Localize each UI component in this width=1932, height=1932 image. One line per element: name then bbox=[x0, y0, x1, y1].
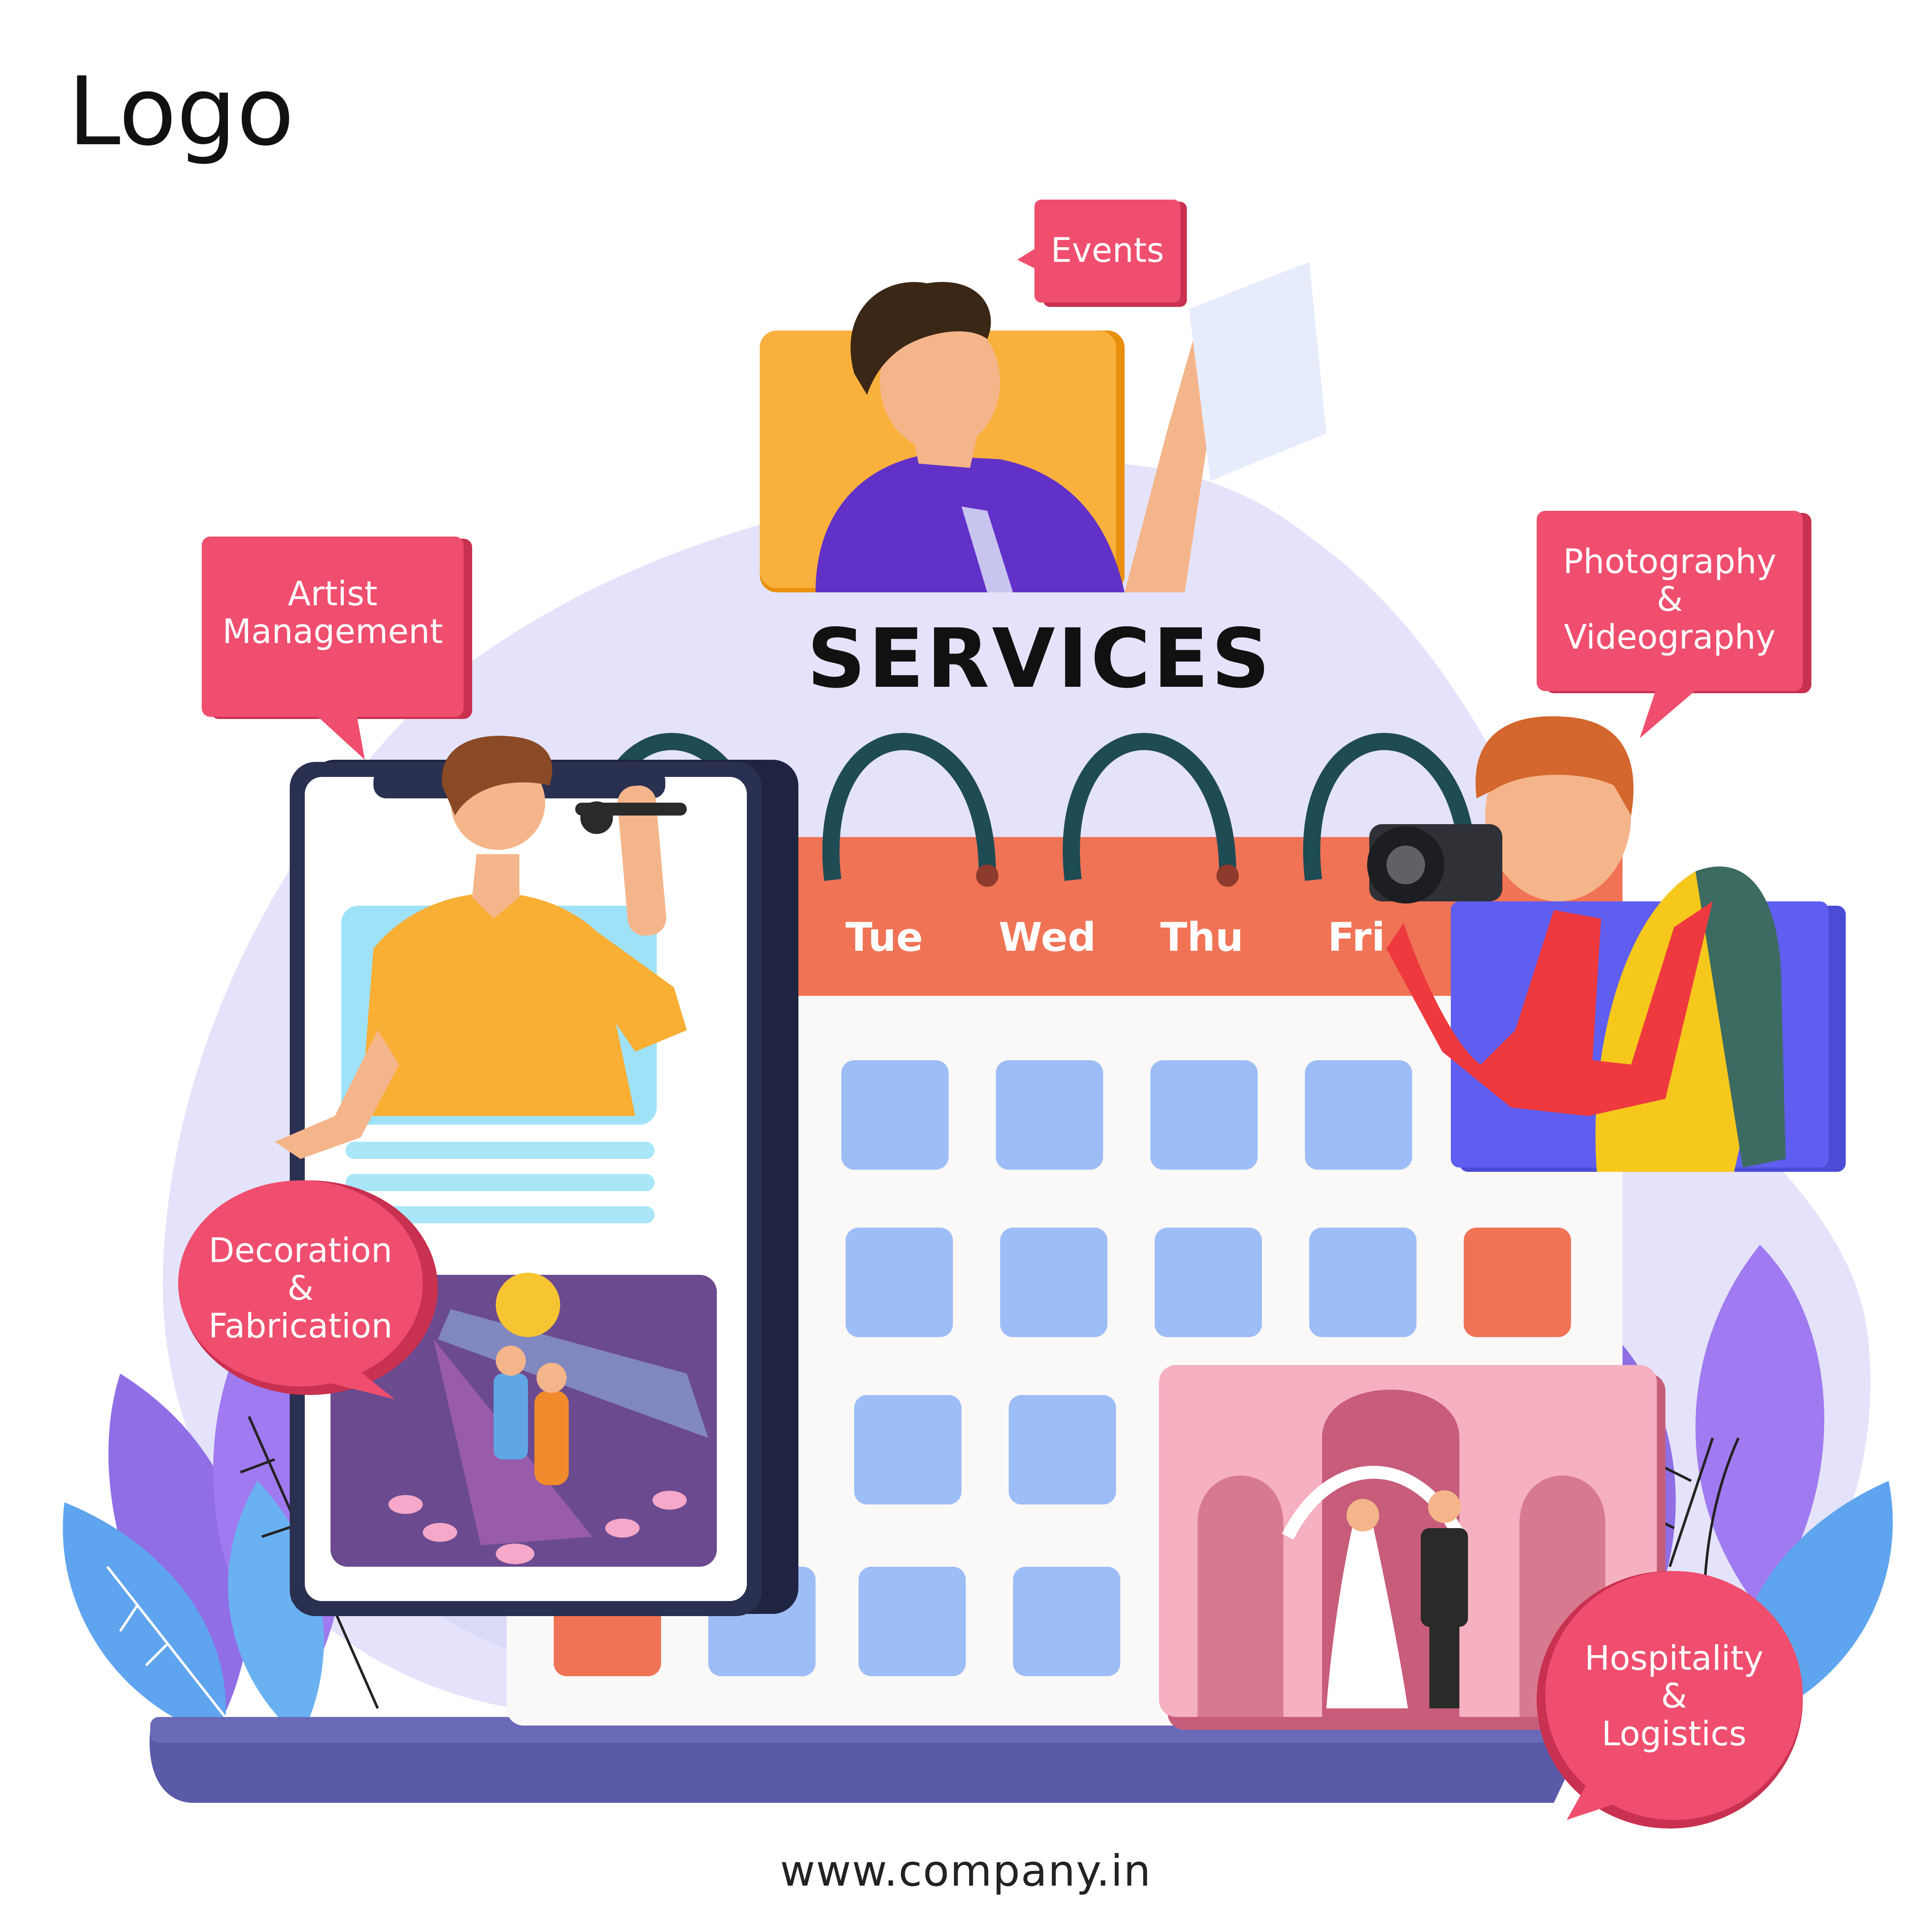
decoration-tag: Decoration & Fabrication bbox=[185, 1232, 416, 1345]
calendar-day-fri: Fri bbox=[1328, 914, 1385, 960]
hospitality-tag-line-3: Logistics bbox=[1601, 1715, 1747, 1753]
page-title: SERVICES bbox=[807, 611, 1273, 706]
artist-tag-line-2: Management bbox=[222, 613, 443, 651]
services-poster: Logo SERVICES Tue Wed Thu Fri Events Art… bbox=[0, 0, 1932, 1932]
events-tag: Events bbox=[1034, 232, 1180, 270]
hospitality-tag-line-2: & bbox=[1661, 1677, 1687, 1716]
footer-url: www.company.in bbox=[780, 1846, 1152, 1896]
logo-text: Logo bbox=[68, 57, 294, 167]
smartphone-illustration bbox=[275, 736, 798, 1616]
calendar-day-wed: Wed bbox=[998, 914, 1096, 960]
calendar-day-thu: Thu bbox=[1160, 914, 1244, 960]
decoration-tag-line-1: Decoration bbox=[209, 1231, 392, 1270]
hospitality-tag-line-1: Hospitality bbox=[1584, 1639, 1764, 1678]
photo-tag-line-2: & bbox=[1656, 580, 1683, 619]
artist-management-tag: Artist Management bbox=[202, 575, 464, 651]
photo-tag-line-1: Photography bbox=[1563, 543, 1777, 581]
artist-tag-line-1: Artist bbox=[288, 575, 378, 613]
decoration-tag-line-2: & bbox=[287, 1269, 314, 1308]
hospitality-tag: Hospitality & Logistics bbox=[1554, 1640, 1794, 1753]
calendar-day-tue: Tue bbox=[845, 914, 923, 960]
photo-tag-line-3: Videography bbox=[1564, 618, 1776, 657]
photography-tag: Photography & Videography bbox=[1537, 543, 1803, 656]
events-tag-label: Events bbox=[1050, 231, 1165, 270]
decoration-tag-line-3: Fabrication bbox=[208, 1307, 393, 1346]
